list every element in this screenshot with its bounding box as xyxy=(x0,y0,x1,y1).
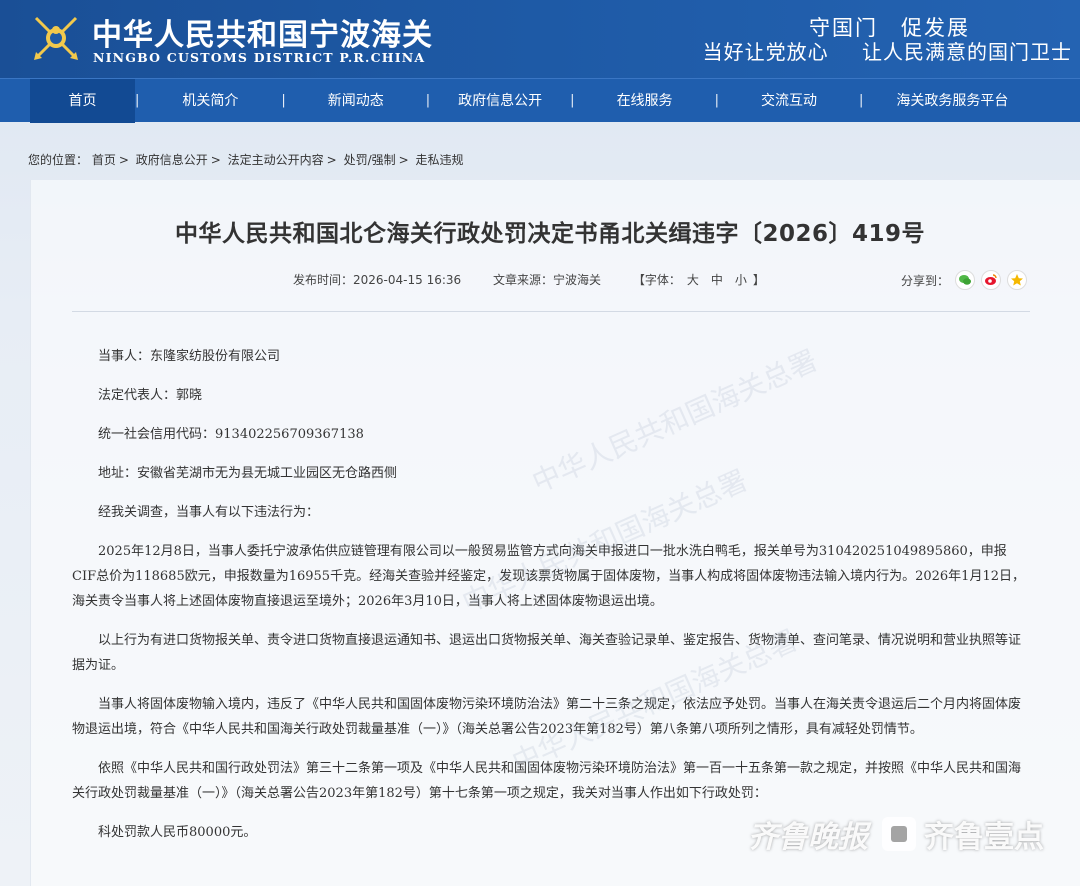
paragraph-legal-basis: 依照《中华人民共和国行政处罚法》第三十二条第一项及《中华人民共和国固体废物污染环… xyxy=(72,761,1022,801)
weibo-icon[interactable] xyxy=(981,270,1002,290)
font-close: 】 xyxy=(752,273,765,287)
qilu-logo-icon xyxy=(882,817,916,851)
paragraph-party: 当事人：东隆家纺股份有限公司 xyxy=(98,349,281,364)
breadcrumb-penalty[interactable]: 处罚/强制 xyxy=(344,153,396,167)
site-title-cn: 中华人民共和国宁波海关 xyxy=(92,18,433,53)
main-nav: 首页 | 机关简介 | 新闻动态 | 政府信息公开 | 在线服务 | 交流互动 … xyxy=(0,78,1080,123)
nav-item-service-platform[interactable]: 海关政务服务平台 xyxy=(863,79,1041,123)
title-divider xyxy=(72,311,1030,312)
publish-info: 发布时间：2026-04-15 16:36 xyxy=(293,273,461,287)
watermark-brand-2: 齐鲁壹点 xyxy=(924,820,1044,855)
paragraph-legal-rep: 法定代表人：郭晓 xyxy=(98,388,203,403)
wechat-icon[interactable] xyxy=(955,270,976,290)
breadcrumb-separator: > xyxy=(398,153,409,167)
article-title: 中华人民共和国北仑海关行政处罚决定书甬北关缉违字〔2026〕419号 xyxy=(174,221,926,247)
font-large-button[interactable]: 大 xyxy=(687,273,699,287)
share-bar: 分享到： xyxy=(901,270,1028,290)
breadcrumb-separator: > xyxy=(326,153,337,167)
customs-emblem-icon xyxy=(34,16,78,60)
slogan-bottom: 当好让党放心 让人民满意的国门卫士 xyxy=(703,36,1072,65)
qzone-icon[interactable] xyxy=(1007,270,1028,290)
nav-separator: | xyxy=(281,93,286,108)
nav-item-about[interactable]: 机关简介 xyxy=(139,79,281,123)
article-meta: 发布时间：2026-04-15 16:36 文章来源：宁波海关 【字体： 大中小】 xyxy=(293,271,793,288)
nav-item-interaction[interactable]: 交流互动 xyxy=(719,79,859,123)
nav-separator: | xyxy=(714,93,719,108)
paragraph-facts: 2025年12月8日，当事人委托宁波承佑供应链管理有限公司以一般贸易监管方式向海… xyxy=(72,544,1025,609)
breadcrumb-separator: > xyxy=(118,153,129,167)
breadcrumb: 您的位置： 首页 > 政府信息公开 > 法定主动公开内容 > 处罚/强制 > 走私违规 xyxy=(28,151,464,168)
nav-separator: | xyxy=(425,93,431,108)
font-label: 【字体： xyxy=(632,273,681,287)
article-body: 当事人：东隆家纺股份有限公司 法定代表人：郭晓 统一社会信用代码：9134022… xyxy=(72,344,1030,859)
site-header: 中华人民共和国宁波海关 NINGBO CUSTOMS DISTRICT P.R.… xyxy=(0,0,1080,78)
breadcrumb-separator: > xyxy=(210,153,221,167)
source-label: 文章来源： xyxy=(492,273,553,287)
nav-item-online-service[interactable]: 在线服务 xyxy=(575,79,715,123)
nav-separator: | xyxy=(858,93,864,108)
nav-item-home[interactable]: 首页 xyxy=(30,78,135,123)
publish-label: 发布时间： xyxy=(293,273,354,287)
source-value: 宁波海关 xyxy=(553,273,602,287)
nav-item-news[interactable]: 新闻动态 xyxy=(286,79,426,123)
publish-time: 2026-04-15 16:36 xyxy=(353,273,462,287)
paragraph-address: 地址：安徽省芜湖市无为县无城工业园区无仓路西侧 xyxy=(98,466,398,481)
breadcrumb-home[interactable]: 首页 xyxy=(92,153,116,167)
font-small-button[interactable]: 小 xyxy=(735,273,747,287)
nav-item-gov-info[interactable]: 政府信息公开 xyxy=(430,79,570,123)
paragraph-evidence: 以上行为有进口货物报关单、责令进口货物直接退运通知书、退运出口货物报关单、海关查… xyxy=(72,633,1022,673)
media-watermark: 齐鲁晚报 齐鲁壹点 xyxy=(748,812,1044,856)
breadcrumb-prefix: 您的位置： xyxy=(28,153,89,167)
share-label: 分享到： xyxy=(901,273,950,288)
slogan-right: 让人民满意的国门卫士 xyxy=(862,40,1072,64)
breadcrumb-statutory[interactable]: 法定主动公开内容 xyxy=(228,153,324,167)
site-title-en: NINGBO CUSTOMS DISTRICT P.R.CHINA xyxy=(93,50,426,65)
paragraph-violation: 当事人将固体废物输入境内，违反了《中华人民共和国固体废物污染环境防治法》第二十三… xyxy=(72,697,1022,737)
paragraph-investigation: 经我关调查，当事人有以下违法行为： xyxy=(98,505,320,520)
nav-separator: | xyxy=(135,93,140,108)
breadcrumb-gov-info[interactable]: 政府信息公开 xyxy=(136,153,208,167)
font-medium-button[interactable]: 中 xyxy=(711,273,723,287)
nav-separator: | xyxy=(570,93,575,108)
paragraph-credit-code: 统一社会信用代码：913402256709367138 xyxy=(98,427,364,442)
watermark-brand: 齐鲁晚报 xyxy=(748,820,868,855)
font-size-control: 【字体： 大中小】 xyxy=(633,273,765,287)
source-info: 文章来源：宁波海关 xyxy=(493,273,601,287)
slogan-left: 当好让党放心 xyxy=(702,40,829,64)
breadcrumb-smuggling[interactable]: 走私违规 xyxy=(416,153,464,167)
